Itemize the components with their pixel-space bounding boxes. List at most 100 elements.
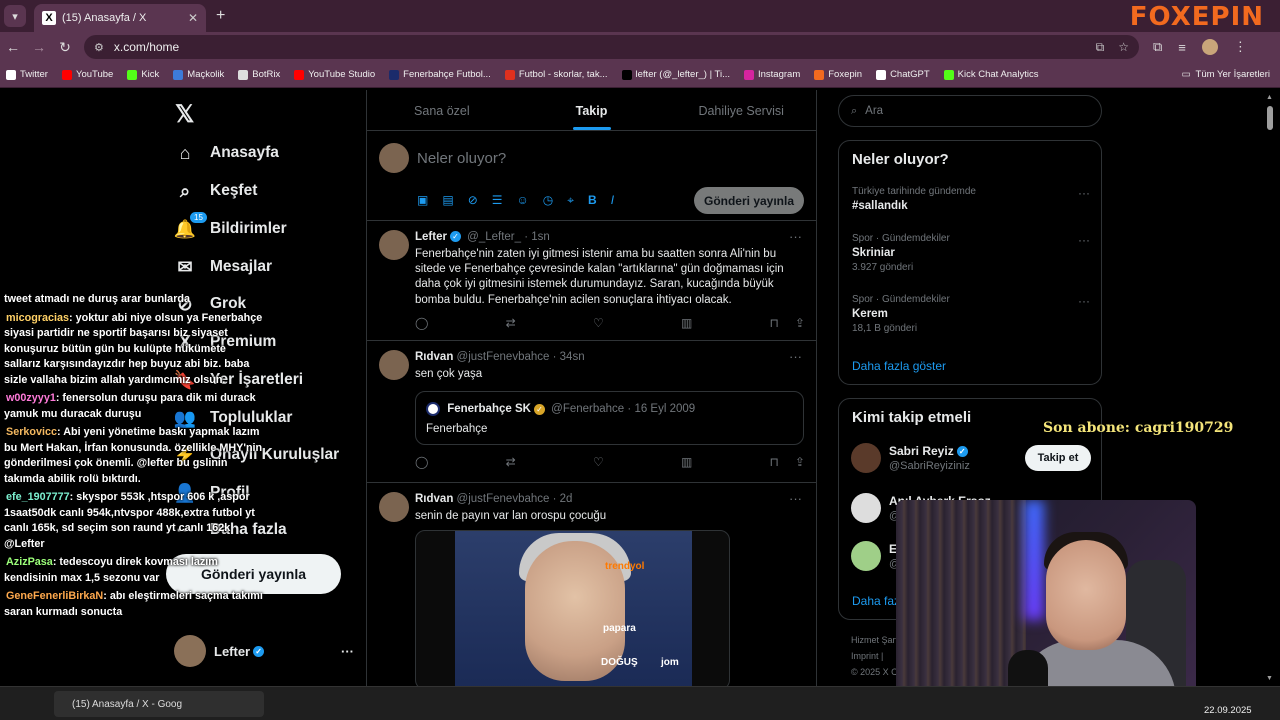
tab-list[interactable]: Dahiliye Servisi xyxy=(666,90,816,130)
bookmark-item[interactable]: Futbol - skorlar, tak... xyxy=(504,69,608,80)
profile-avatar[interactable] xyxy=(1201,39,1218,55)
media-controls-icon[interactable]: ≡ xyxy=(1178,40,1186,55)
show-more-link[interactable]: Daha faz xyxy=(852,594,900,608)
bookmark-icon[interactable]: ⊓ xyxy=(770,316,779,330)
tweet-more-icon[interactable]: ··· xyxy=(789,229,802,244)
nav-item-3[interactable]: ✉ Mesajlar xyxy=(174,256,272,278)
tweet-handle[interactable]: @justFenevbahce xyxy=(457,493,550,505)
trend-item[interactable]: Spor · Gündemdekiler Kerem 18,1 B gönder… xyxy=(852,294,1090,334)
taskbar-window[interactable]: (15) Anasayfa / X - Goog xyxy=(54,691,264,717)
views-icon[interactable]: ▥ xyxy=(681,455,692,469)
tweet-author[interactable]: Lefter xyxy=(415,231,447,243)
new-tab-button[interactable]: + xyxy=(216,7,225,25)
tweet-media[interactable]: trendyol papara DOĞUŞ jom xyxy=(415,530,730,686)
bookmark-item[interactable]: BotRix xyxy=(238,69,280,80)
bookmark-item[interactable]: Kick xyxy=(127,69,159,80)
install-app-icon[interactable]: ⧉ xyxy=(1096,40,1105,55)
tweet-time[interactable]: 2d xyxy=(560,493,573,505)
nav-item-2[interactable]: 🔔 15 Bildirimler xyxy=(174,212,287,240)
back-icon[interactable]: ← xyxy=(0,39,26,55)
italic-icon[interactable]: I xyxy=(611,193,614,208)
follow-suggestion[interactable]: Sabri Reyiz ✓ @SabriReyiziniz Takip et xyxy=(851,443,1091,473)
scroll-down-icon[interactable]: ▼ xyxy=(1266,675,1273,682)
bookmark-item[interactable]: Fenerbahçe Futbol... xyxy=(389,69,491,80)
tweet[interactable]: Rıdvan @justFenevbahce · 2d ··· senin de… xyxy=(367,483,816,686)
media-icon[interactable]: ▣ xyxy=(417,193,428,208)
tweet-handle[interactable]: @_Lefter_ xyxy=(467,231,521,243)
scrollbar-thumb[interactable] xyxy=(1267,106,1273,130)
quoted-tweet[interactable]: Fenerbahçe SK ✓ @Fenerbahce · 16 Eyl 2009… xyxy=(415,391,804,445)
bookmark-item[interactable]: Foxepin xyxy=(814,69,862,80)
address-bar[interactable]: ⚙ x.com/home ⧉ ☆ xyxy=(84,35,1139,59)
scroll-up-icon[interactable]: ▲ xyxy=(1266,94,1273,101)
reply-icon[interactable]: ◯ xyxy=(415,316,428,330)
tweet-more-icon[interactable]: ··· xyxy=(789,491,802,506)
reply-icon[interactable]: ◯ xyxy=(415,455,428,469)
tweet-time[interactable]: 1sn xyxy=(531,231,550,243)
forward-icon[interactable]: → xyxy=(26,39,52,55)
trend-more-icon[interactable]: ··· xyxy=(1078,294,1090,308)
bookmark-item[interactable]: YouTube Studio xyxy=(294,69,375,80)
trend-more-icon[interactable]: ··· xyxy=(1078,186,1090,200)
tab-for-you[interactable]: Sana özel xyxy=(367,90,517,130)
retweet-icon[interactable]: ⇄ xyxy=(506,316,516,330)
compose-input[interactable]: Neler oluyor? xyxy=(417,150,506,167)
tweet-more-icon[interactable]: ··· xyxy=(789,349,802,364)
schedule-icon[interactable]: ◷ xyxy=(543,193,553,208)
tweet-avatar[interactable] xyxy=(379,350,409,380)
trend-item[interactable]: Spor · Gündemdekiler Skriniar 3.927 gönd… xyxy=(852,233,1090,273)
nav-item-0[interactable]: ⌂ Anasayfa xyxy=(174,142,279,164)
site-info-icon[interactable]: ⚙ xyxy=(94,41,104,54)
page-scrollbar[interactable]: ▲ ▼ xyxy=(1266,94,1274,682)
compose-post-button[interactable]: Gönderi yayınla xyxy=(694,187,804,214)
tweet[interactable]: Rıdvan @justFenevbahce · 34sn ··· sen ço… xyxy=(367,341,816,483)
bookmark-item[interactable]: Twitter xyxy=(6,69,48,80)
follow-button[interactable]: Takip et xyxy=(1025,445,1091,471)
footer-link[interactable]: Imprint | xyxy=(851,648,898,664)
quoted-text: Fenerbahçe xyxy=(426,423,488,435)
trend-more-icon[interactable]: ··· xyxy=(1078,233,1090,247)
share-icon[interactable]: ⇪ xyxy=(795,455,805,469)
grok-icon[interactable]: ⊘ xyxy=(468,193,478,208)
bookmark-item[interactable]: ChatGPT xyxy=(876,69,930,80)
tweet-avatar[interactable] xyxy=(379,230,409,260)
browser-tab[interactable]: X (15) Anasayfa / X ✕ xyxy=(34,4,206,32)
like-icon[interactable]: ♡ xyxy=(593,316,604,330)
location-icon[interactable]: ⌖ xyxy=(567,193,574,208)
tweet-time[interactable]: 34sn xyxy=(560,351,585,363)
bookmark-item[interactable]: Maçkolik xyxy=(173,69,224,80)
bookmark-item[interactable]: Kick Chat Analytics xyxy=(943,69,1038,80)
like-icon[interactable]: ♡ xyxy=(593,455,604,469)
emoji-icon[interactable]: ☺ xyxy=(517,193,529,208)
tweet-handle[interactable]: @justFenevbahce xyxy=(457,351,550,363)
trend-item[interactable]: Türkiye tarihinde gündemde #sallandık ··… xyxy=(852,186,1090,212)
poll-icon[interactable]: ☰ xyxy=(492,193,503,208)
bookmark-star-icon[interactable]: ☆ xyxy=(1118,40,1129,55)
gif-icon[interactable]: ▤ xyxy=(442,193,453,208)
tab-list-button[interactable]: ▾ xyxy=(4,5,26,27)
nav-item-1[interactable]: ⌕ Keşfet xyxy=(174,180,257,202)
reload-icon[interactable]: ↻ xyxy=(52,39,78,56)
bold-icon[interactable]: B xyxy=(588,193,597,208)
search-input[interactable]: ⌕ Ara xyxy=(838,95,1102,127)
tweet-author[interactable]: Rıdvan xyxy=(415,493,453,505)
footer-link[interactable]: Hizmet Şart xyxy=(851,632,898,648)
extensions-icon[interactable]: ⧉ xyxy=(1153,39,1162,55)
bookmark-item[interactable]: Instagram xyxy=(744,69,800,80)
account-more-icon[interactable]: ··· xyxy=(341,644,354,659)
show-more-link[interactable]: Daha fazla göster xyxy=(852,359,946,373)
tweet-avatar[interactable] xyxy=(379,492,409,522)
tweet-author[interactable]: Rıdvan xyxy=(415,351,453,363)
retweet-icon[interactable]: ⇄ xyxy=(506,455,516,469)
x-logo-icon[interactable]: 𝕏 xyxy=(175,100,194,129)
browser-menu-icon[interactable]: ⋮ xyxy=(1234,39,1247,55)
tab-following[interactable]: Takip xyxy=(517,90,667,130)
all-bookmarks[interactable]: ▭ Tüm Yer İşaretleri xyxy=(1182,69,1270,80)
tab-close-icon[interactable]: ✕ xyxy=(188,11,198,25)
bookmark-icon[interactable]: ⊓ xyxy=(770,455,779,469)
views-icon[interactable]: ▥ xyxy=(681,316,692,330)
tweet[interactable]: Lefter ✓ @_Lefter_ · 1sn ··· Fenerbahçe'n… xyxy=(367,221,816,341)
share-icon[interactable]: ⇪ xyxy=(795,316,805,330)
bookmark-item[interactable]: YouTube xyxy=(61,69,113,80)
bookmark-item[interactable]: lefter (@_lefter_) | Ti... xyxy=(621,69,730,80)
